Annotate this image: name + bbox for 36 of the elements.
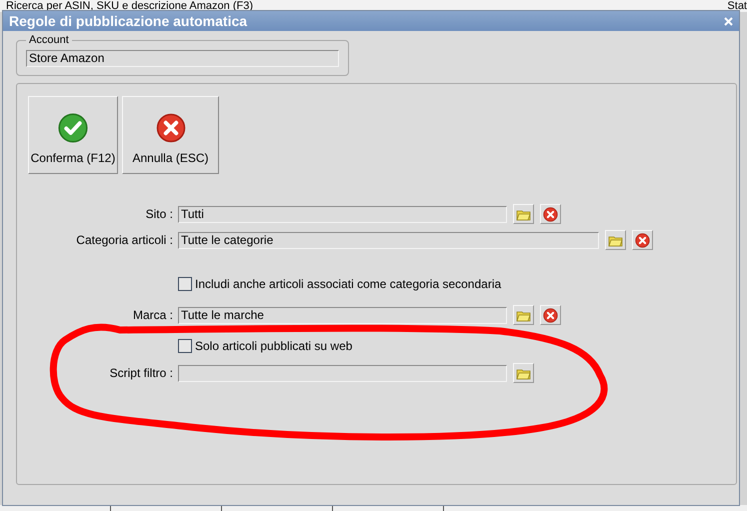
field-label: Marca :	[132, 308, 173, 322]
clear-button[interactable]	[540, 305, 561, 325]
cancel-button[interactable]: Annulla (ESC)	[122, 96, 219, 174]
column-header: Stat	[727, 0, 747, 12]
clear-button[interactable]	[632, 230, 653, 250]
clear-icon	[543, 206, 558, 222]
clear-icon	[635, 232, 650, 248]
clear-icon	[543, 308, 558, 322]
field-label: Sito :	[144, 207, 173, 221]
close-icon[interactable]	[724, 16, 733, 26]
text-field[interactable]: Tutti	[178, 206, 507, 222]
clear-icon	[156, 113, 186, 143]
search-label: Ricerca per ASIN, SKU e descrizione Amazon (F3)	[6, 0, 253, 12]
group-legend: Account	[26, 34, 72, 46]
text-field[interactable]: Tutte le marche	[178, 306, 507, 324]
field-label: Script filtro :	[108, 366, 173, 380]
checkbox[interactable]	[178, 339, 192, 353]
folder-icon	[516, 366, 531, 380]
window-title: Regole di pubblicazione automatica	[9, 13, 248, 29]
browse-button[interactable]	[513, 204, 534, 224]
browse-button[interactable]	[605, 230, 626, 250]
field-label: Categoria articoli :	[75, 233, 173, 247]
browse-button[interactable]	[513, 363, 534, 383]
browse-button[interactable]	[513, 305, 534, 325]
folder-icon	[516, 208, 531, 220]
clear-button[interactable]	[540, 204, 561, 224]
checkbox-label: Includi anche articoli associati come categoria secondaria	[195, 277, 502, 291]
checkbox[interactable]	[178, 277, 192, 291]
folder-icon	[608, 234, 623, 246]
check-icon	[58, 113, 88, 143]
account-field[interactable]: Store Amazon	[26, 50, 339, 67]
text-field[interactable]: Tutte le categorie	[178, 232, 599, 248]
text-field[interactable]	[178, 364, 507, 382]
confirm-button[interactable]: Conferma (F12)	[28, 96, 118, 174]
checkbox-label: Solo articoli pubblicati su web	[195, 339, 352, 353]
folder-icon	[516, 308, 531, 322]
